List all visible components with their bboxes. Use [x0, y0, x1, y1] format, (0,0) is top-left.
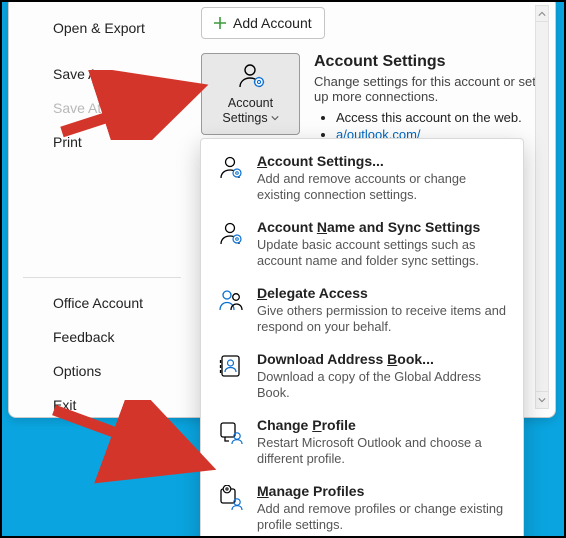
person-gear-icon [217, 155, 245, 203]
menu-item-title: Download Address Book... [257, 351, 507, 367]
sidebar-item-office-account[interactable]: Office Account [9, 286, 195, 320]
sidebar-item-open-export[interactable]: Open & Export [9, 11, 195, 45]
menu-item-change-profile[interactable]: Change Profile Restart Microsoft Outlook… [217, 417, 507, 467]
add-account-button[interactable]: Add Account [201, 7, 325, 39]
account-settings-dropdown: Account Settings... Add and remove accou… [200, 138, 524, 538]
person-gear-icon [217, 221, 245, 269]
menu-item-desc: Add and remove profiles or change existi… [257, 501, 507, 533]
scroll-track[interactable] [535, 21, 549, 393]
account-settings-subtitle: Change settings for this account or set … [314, 74, 545, 104]
menu-item-desc: Download a copy of the Global Address Bo… [257, 369, 507, 401]
menu-item-delegate-access[interactable]: Delegate Access Give others permission t… [217, 285, 507, 335]
address-book-icon [217, 353, 245, 401]
vertical-scrollbar[interactable] [535, 5, 549, 409]
person-gear-icon [236, 63, 266, 92]
menu-item-title: Account Settings... [257, 153, 507, 169]
add-account-label: Add Account [233, 15, 312, 31]
sidebar-divider [23, 277, 181, 278]
menu-item-account-name-sync[interactable]: Account Name and Sync Settings Update ba… [217, 219, 507, 269]
chevron-down-icon [271, 111, 279, 125]
menu-item-title: Change Profile [257, 417, 507, 433]
menu-item-desc: Restart Microsoft Outlook and choose a d… [257, 435, 507, 467]
menu-item-desc: Update basic account settings such as ac… [257, 237, 507, 269]
scroll-down-button[interactable] [535, 391, 549, 409]
account-settings-bullet-web: Access this account on the web. [336, 110, 545, 125]
two-people-icon [217, 287, 245, 335]
menu-item-desc: Add and remove accounts or change existi… [257, 171, 507, 203]
plus-icon [214, 17, 226, 29]
profile-manage-icon [217, 485, 245, 533]
menu-item-download-address-book[interactable]: Download Address Book... Download a copy… [217, 351, 507, 401]
menu-item-account-settings[interactable]: Account Settings... Add and remove accou… [217, 153, 507, 203]
menu-item-title: Account Name and Sync Settings [257, 219, 507, 235]
file-menu-sidebar: Open & Export Save As Save Attachments P… [9, 0, 195, 417]
menu-item-title: Delegate Access [257, 285, 507, 301]
app-frame: Open & Export Save As Save Attachments P… [0, 0, 566, 538]
menu-item-desc: Give others permission to receive items … [257, 303, 507, 335]
menu-item-manage-profiles[interactable]: Manage Profiles Add and remove profiles … [217, 483, 507, 533]
sidebar-item-feedback[interactable]: Feedback [9, 320, 195, 354]
sidebar-item-options[interactable]: Options [9, 354, 195, 388]
account-settings-button-label: Account Settings [222, 96, 278, 125]
menu-item-title: Manage Profiles [257, 483, 507, 499]
annotation-arrow-2 [48, 400, 228, 484]
annotation-arrow-1 [56, 70, 216, 140]
account-settings-title: Account Settings [314, 53, 545, 71]
